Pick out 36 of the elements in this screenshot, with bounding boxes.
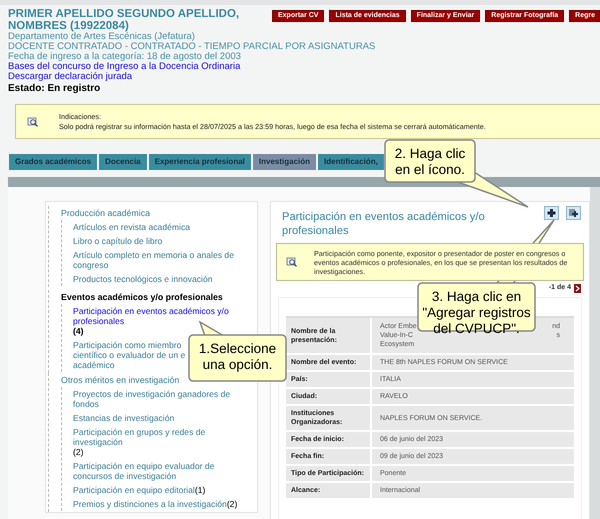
tree-item[interactable]: Estancias de investigación <box>73 411 174 425</box>
tooltip-text: 3. Haga clic en "Agregar registros del CVPUCP". <box>421 289 532 337</box>
tooltip-text: 2. Haga clic en el ícono. <box>394 146 466 178</box>
tab[interactable]: Investigación <box>252 154 316 170</box>
link[interactable]: Descargar declaración jurada <box>8 72 132 82</box>
tree-item[interactable]: Participación en grupos y redes de investigación (2) <box>73 425 253 459</box>
tree-item[interactable]: Productos tecnológicos e innovación <box>73 272 212 286</box>
status-text: Estado: En registro <box>8 83 100 94</box>
tree-item[interactable]: Participación en eventos académicos y/o profesionales (4) <box>73 304 253 338</box>
tree-item[interactable]: Proyectos de investigación ganadores de fondos <box>73 387 253 411</box>
info-line: Departamento de Artes Escénicas (Jefatura) <box>8 32 195 42</box>
tab[interactable]: Identificación, <box>318 154 384 170</box>
tree-item[interactable]: Premios y distinciones a la investigación(2) <box>73 497 238 511</box>
tooltip-text: 1.Seleccione una opción. <box>198 341 278 373</box>
tab[interactable]: Docencia <box>99 154 147 170</box>
link[interactable]: Bases del concurso de Ingreso a la Docencia Ordinaria <box>8 62 240 72</box>
document-add-icon[interactable] <box>566 206 581 220</box>
magnifier-icon <box>27 116 39 126</box>
tree-item[interactable]: Eventos académicos y/o profesionales <box>61 290 223 304</box>
person-name: PRIMER APELLIDO SEGUNDO APELLIDO, NOMBRES (19922084) <box>8 8 240 32</box>
tree-item[interactable]: Artículo completo en memoria o anales de congreso <box>73 248 253 272</box>
info-line: DOCENTE CONTRATADO - CONTRATADO - TIEMPO PARCIAL POR ASIGNATURAS <box>8 42 376 52</box>
tree-item[interactable]: Libro o capítulo de libro <box>73 234 162 248</box>
tree-item[interactable]: Otros méritos en investigación <box>61 373 180 387</box>
tree-item[interactable]: Participación en equipo evaluador de concursos de investigación <box>73 459 253 483</box>
info-line: Fecha de ingreso a la categoría: 18 de agosto del 2003 <box>8 52 241 62</box>
tree-item[interactable]: Artículos en revista académica <box>73 220 190 234</box>
section-title: Participación en eventos académicos y/o profesionales <box>282 210 486 238</box>
add-icon[interactable] <box>544 206 559 220</box>
tree-item[interactable]: Producción académica <box>61 206 150 220</box>
next-page-icon[interactable] <box>574 284 581 292</box>
tab[interactable]: Grados académicos <box>9 154 98 170</box>
tab[interactable]: Experiencia profesional <box>148 154 251 170</box>
tree-item[interactable]: Participación como miembro científico o evaluador de un e académico <box>73 338 186 372</box>
tree-item[interactable]: Participación en equipo editorial(1) <box>73 483 206 497</box>
magnifier-icon <box>286 257 298 267</box>
